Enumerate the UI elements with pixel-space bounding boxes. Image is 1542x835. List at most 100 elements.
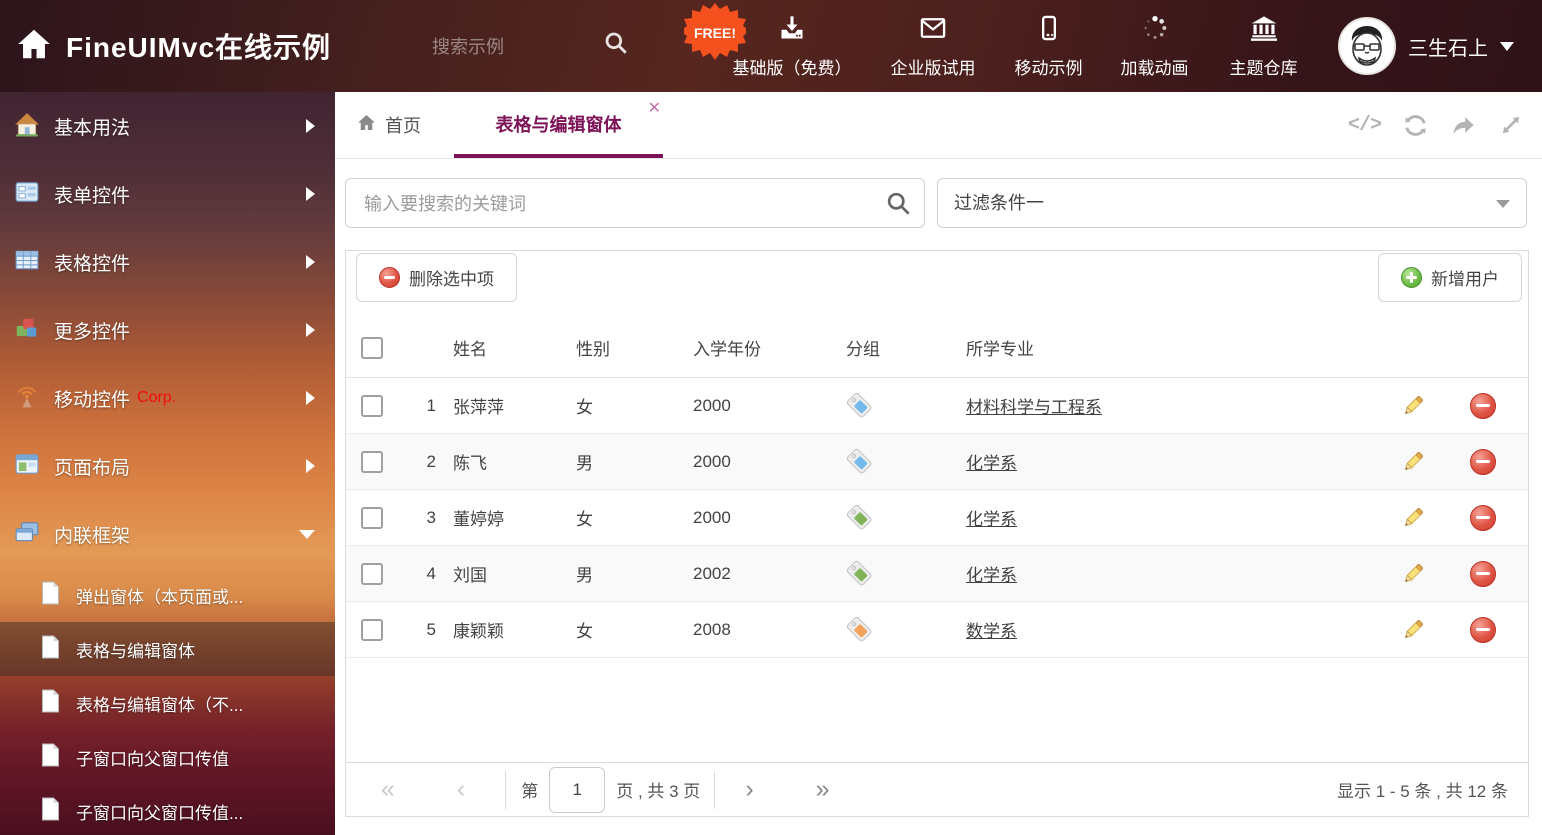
search-icon[interactable]	[603, 30, 629, 61]
table-row: 5 康颖颖 女 2008 数学系	[346, 602, 1528, 658]
sidebar-item-iframe[interactable]: 内联框架	[0, 500, 335, 568]
select-all-checkbox[interactable]	[361, 337, 383, 359]
page-prefix-label: 第	[521, 777, 538, 802]
column-header-group[interactable]: 分组	[833, 335, 948, 360]
nav-item-theme-repo[interactable]: 主题仓库	[1221, 0, 1306, 92]
mobile-icon	[1035, 14, 1063, 47]
next-page-button[interactable]: ›	[745, 777, 753, 802]
sidebar-item-mobile-controls[interactable]: 移动控件 Corp.	[0, 364, 335, 432]
app-logo[interactable]: FineUIMvc在线示例	[16, 0, 331, 92]
row-checkbox[interactable]	[361, 395, 383, 417]
open-new-window-icon[interactable]	[1450, 112, 1477, 139]
edit-pencil-icon[interactable]	[1388, 449, 1438, 474]
sidebar-menu: 基本用法 表单控件 表格控件 更多控件 移动控件 Corp. 页面布局 内联框架…	[0, 92, 335, 835]
main-content: 首页 表格与编辑窗体 ✕ </> 过滤条件一	[335, 92, 1542, 835]
sidebar-subitem-child-to-parent-2[interactable]: 子窗口向父窗口传值...	[0, 784, 335, 835]
chevron-right-icon	[306, 119, 315, 133]
header-search[interactable]	[430, 26, 590, 66]
tab-grid-edit-window[interactable]: 表格与编辑窗体 ✕	[454, 92, 663, 158]
table-icon	[14, 247, 40, 278]
nav-item-enterprise-trial[interactable]: 企业版试用	[883, 0, 983, 92]
divider	[505, 771, 506, 809]
tag-icon	[833, 448, 948, 475]
tag-icon	[833, 560, 948, 587]
row-checkbox[interactable]	[361, 451, 383, 473]
last-page-button[interactable]: »	[816, 777, 830, 802]
cell-year: 2000	[683, 508, 833, 528]
major-link[interactable]: 化学系	[966, 454, 1017, 473]
tab-bar: 首页 表格与编辑窗体 ✕ </>	[335, 92, 1542, 159]
add-user-button[interactable]: 新增用户	[1378, 253, 1522, 302]
row-number: 1	[406, 396, 436, 416]
record-count-summary: 显示 1 - 5 条 , 共 12 条	[1337, 777, 1508, 802]
sidebar-item-page-layout[interactable]: 页面布局	[0, 432, 335, 500]
nav-item-loading-animations[interactable]: 加载动画	[1112, 0, 1197, 92]
tab-active-label: 表格与编辑窗体	[496, 115, 622, 135]
tag-icon	[833, 504, 948, 531]
sidebar-subitem-grid-edit-window[interactable]: 表格与编辑窗体	[0, 622, 335, 676]
cell-gender: 男	[566, 449, 683, 474]
search-icon[interactable]	[885, 190, 912, 222]
table-header-row: 姓名 性别 入学年份 分组 所学专业	[346, 318, 1528, 378]
home-icon	[16, 26, 52, 67]
major-link[interactable]: 数学系	[966, 622, 1017, 641]
nav-item-mobile-demo[interactable]: 移动示例	[1006, 0, 1091, 92]
corp-badge: Corp.	[137, 389, 176, 407]
column-header-year[interactable]: 入学年份	[683, 335, 833, 360]
row-checkbox[interactable]	[361, 619, 383, 641]
sidebar-item-grid-controls[interactable]: 表格控件	[0, 228, 335, 296]
sidebar-subitem-popup-window[interactable]: 弹出窗体（本页面或...	[0, 568, 335, 622]
major-link[interactable]: 材料科学与工程系	[966, 398, 1102, 417]
nav-label: 基础版（免费）	[733, 54, 852, 79]
delete-selected-button[interactable]: 删除选中项	[356, 253, 517, 302]
frames-icon	[14, 519, 40, 550]
row-checkbox[interactable]	[361, 563, 383, 585]
home-colored-icon	[14, 111, 40, 142]
edit-pencil-icon[interactable]	[1388, 505, 1438, 530]
sidebar-item-form-controls[interactable]: 表单控件	[0, 160, 335, 228]
edit-pencil-icon[interactable]	[1388, 561, 1438, 586]
nav-label: 移动示例	[1015, 54, 1083, 79]
form-icon	[14, 179, 40, 210]
delete-row-icon[interactable]	[1470, 617, 1496, 643]
delete-row-icon[interactable]	[1470, 505, 1496, 531]
page-number-input[interactable]	[549, 767, 605, 813]
divider	[714, 771, 715, 809]
prev-page-button[interactable]: ‹	[457, 777, 465, 802]
active-tab-indicator	[454, 154, 663, 158]
refresh-icon[interactable]	[1402, 112, 1429, 139]
user-menu[interactable]: 三生石上	[1338, 0, 1514, 92]
source-code-icon[interactable]: </>	[1348, 114, 1381, 137]
edit-pencil-icon[interactable]	[1388, 617, 1438, 642]
tab-home[interactable]: 首页	[357, 92, 421, 158]
column-header-major[interactable]: 所学专业	[948, 335, 1378, 360]
sidebar-subitem-child-to-parent[interactable]: 子窗口向父窗口传值	[0, 730, 335, 784]
delete-row-icon[interactable]	[1470, 449, 1496, 475]
chevron-right-icon	[306, 187, 315, 201]
column-header-name[interactable]: 姓名	[436, 335, 566, 360]
sidebar-item-basic-usage[interactable]: 基本用法	[0, 92, 335, 160]
column-header-gender[interactable]: 性别	[566, 335, 683, 360]
cell-year: 2000	[683, 396, 833, 416]
delete-row-icon[interactable]	[1470, 393, 1496, 419]
major-link[interactable]: 化学系	[966, 566, 1017, 585]
tag-icon	[833, 616, 948, 643]
antenna-icon	[14, 383, 40, 414]
cell-gender: 女	[566, 505, 683, 530]
first-page-button[interactable]: «	[381, 777, 395, 802]
chevron-right-icon	[306, 391, 315, 405]
sidebar-subitem-grid-edit-window-2[interactable]: 表格与编辑窗体（不...	[0, 676, 335, 730]
header-search-input[interactable]	[430, 26, 594, 68]
filter-dropdown[interactable]: 过滤条件一	[937, 178, 1527, 228]
download-icon	[778, 14, 806, 47]
expand-icon[interactable]	[1498, 112, 1524, 138]
sidebar-item-more-controls[interactable]: 更多控件	[0, 296, 335, 364]
delete-row-icon[interactable]	[1470, 561, 1496, 587]
row-checkbox[interactable]	[361, 507, 383, 529]
major-link[interactable]: 化学系	[966, 510, 1017, 529]
keyword-search-input[interactable]	[362, 179, 876, 229]
edit-pencil-icon[interactable]	[1388, 393, 1438, 418]
free-badge: FREE!	[684, 2, 746, 64]
nav-item-basic-edition[interactable]: 基础版（免费）	[730, 0, 854, 92]
close-icon[interactable]: ✕	[648, 101, 661, 117]
